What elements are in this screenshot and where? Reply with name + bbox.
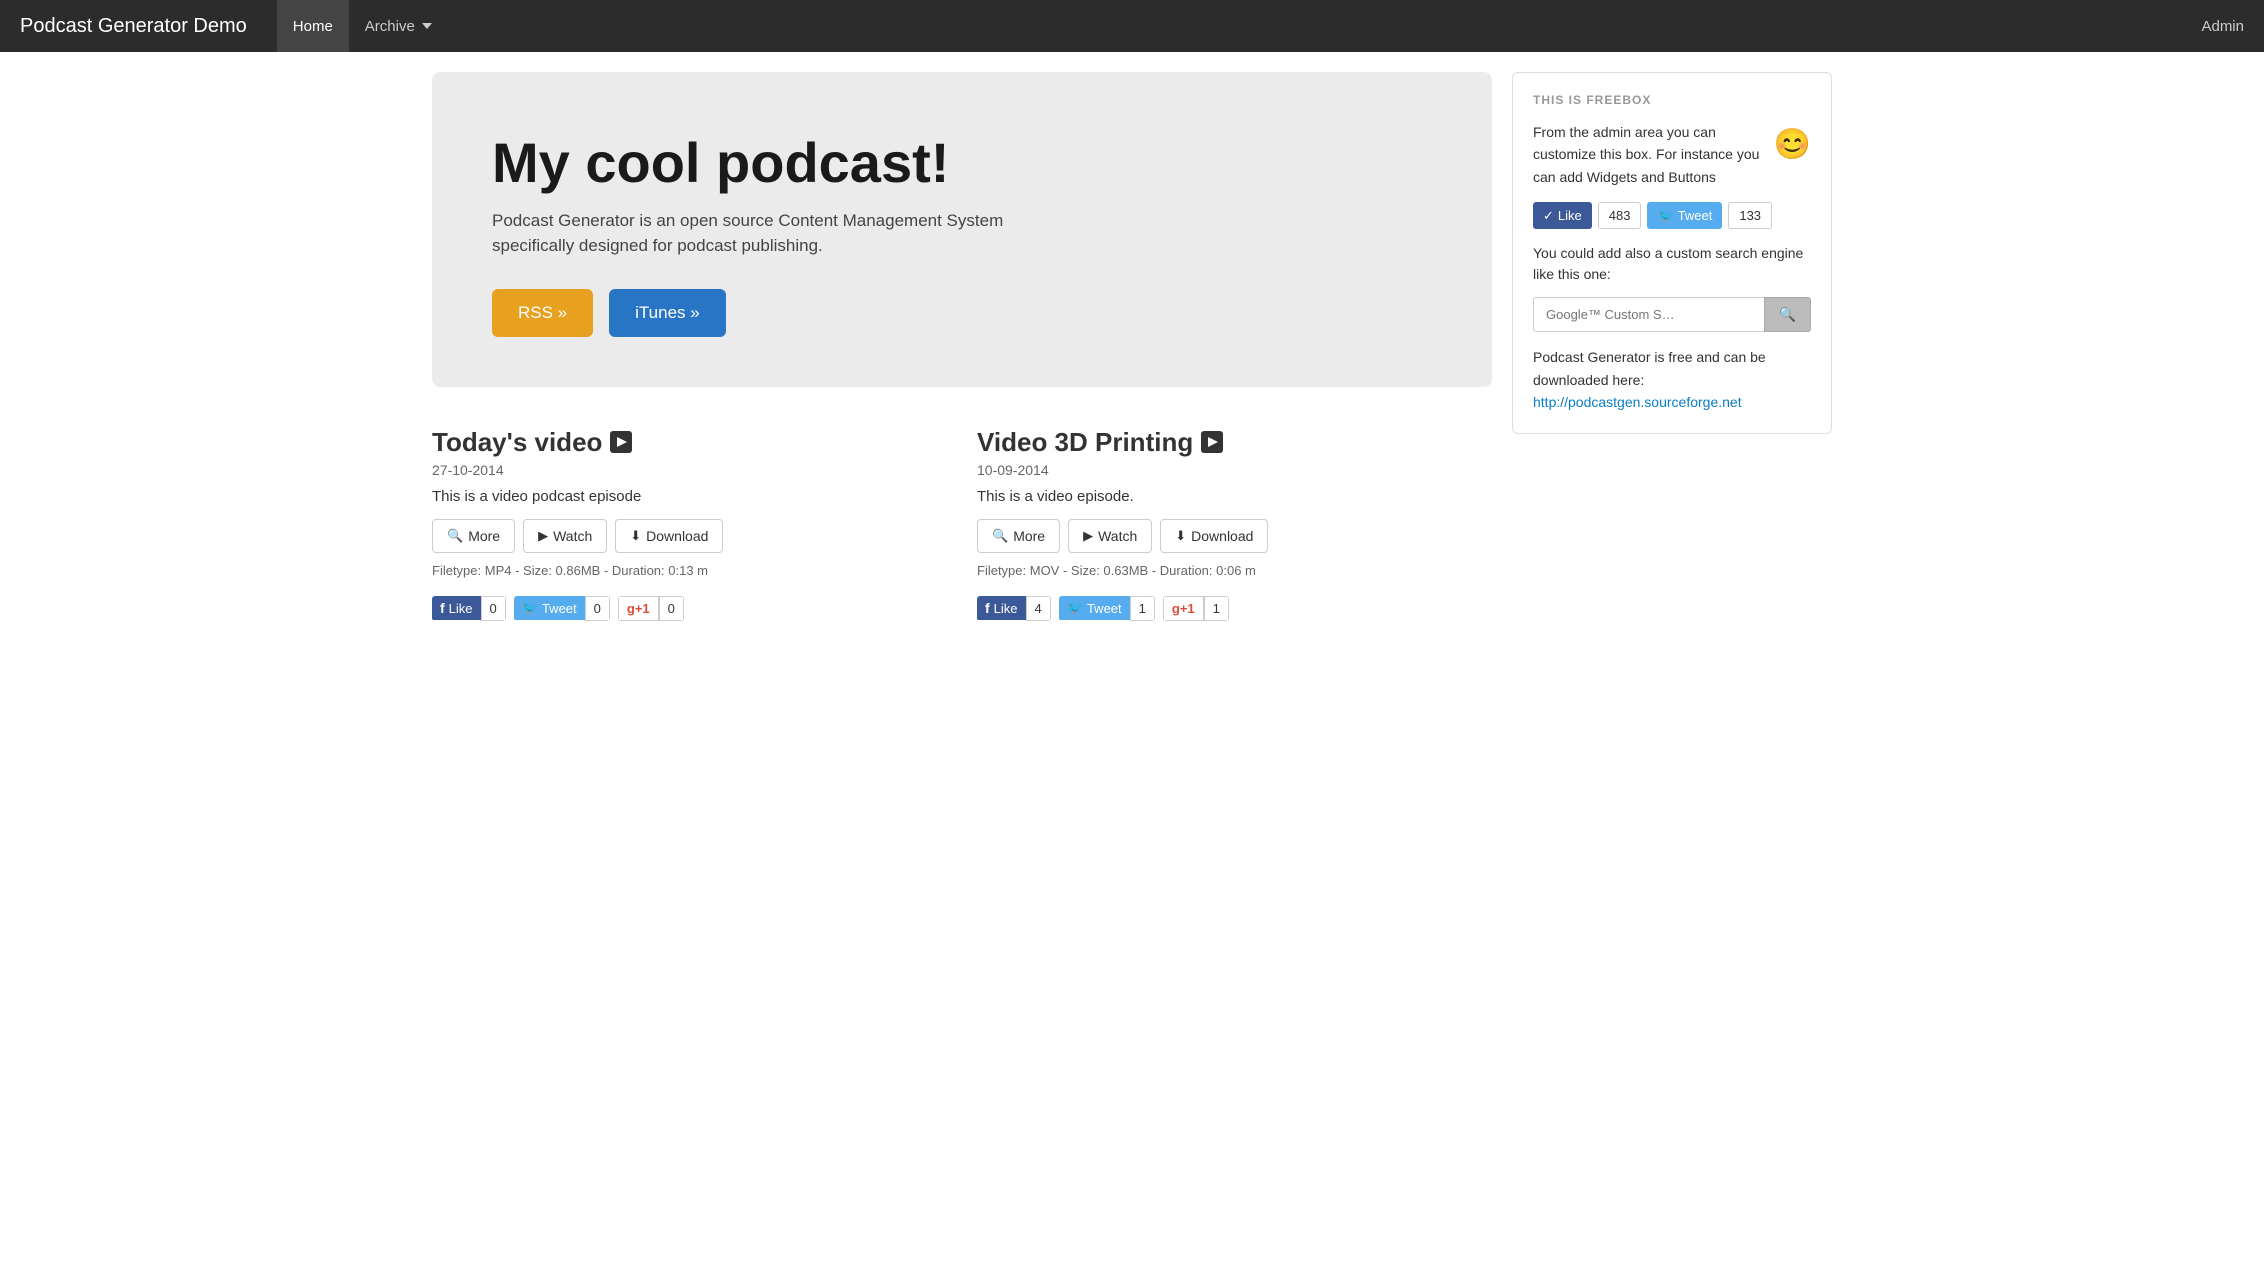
smile-icon: 😊	[1774, 121, 1811, 169]
episode-2-title: Video 3D Printing	[977, 427, 1492, 458]
episode-2-tw-count: 1	[1130, 596, 1155, 621]
main-container: My cool podcast! Podcast Generator is an…	[412, 52, 1852, 681]
gplus-icon-2: g+1	[1172, 601, 1195, 616]
episode-1-gplus[interactable]: g+1 0	[618, 596, 684, 621]
freebox-footer-text: Podcast Generator is free and can be dow…	[1533, 349, 1766, 387]
freebox-search-description: You could add also a custom search engin…	[1533, 243, 1811, 285]
freebox-footer-link[interactable]: http://podcastgen.sourceforge.net	[1533, 394, 1742, 410]
episode-1-desc: This is a video podcast episode	[432, 488, 947, 505]
fb-icon-2: f	[985, 600, 990, 616]
sidebar-fb-like-button[interactable]: ✓ Like	[1533, 202, 1592, 229]
freebox-footer: Podcast Generator is free and can be dow…	[1533, 346, 1811, 413]
episode-2-download-button[interactable]: ⬇ Download	[1160, 519, 1268, 553]
episode-2-social: f Like 4 🐦 Tweet 1 g+1	[977, 596, 1492, 621]
search-icon-sidebar: 🔍	[1779, 306, 1796, 322]
sidebar-tw-tweet-button[interactable]: 🐦 Tweet	[1647, 202, 1722, 229]
hero-title: My cool podcast!	[492, 132, 1432, 194]
episode-2-tw-tweet[interactable]: 🐦 Tweet 1	[1059, 596, 1155, 621]
episode-2-fb-count: 4	[1026, 596, 1051, 621]
episodes-grid: Today's video 27-10-2014 This is a video…	[432, 417, 1492, 631]
sidebar-checkmark-icon: ✓	[1543, 208, 1554, 224]
fb-icon: f	[440, 600, 445, 616]
episode-2-watch-button[interactable]: ▶ Watch	[1068, 519, 1152, 553]
search-icon: 🔍	[447, 528, 463, 544]
episode-2-gp-count: 1	[1204, 596, 1229, 621]
itunes-button[interactable]: iTunes »	[609, 289, 726, 337]
hero-description: Podcast Generator is an open source Cont…	[492, 208, 1072, 259]
episode-1-gp-count: 0	[659, 596, 684, 621]
sidebar-social-row: ✓ Like 483 🐦 Tweet 133	[1533, 202, 1811, 229]
nav-archive[interactable]: Archive	[349, 0, 448, 52]
sidebar-search-button[interactable]: 🔍	[1764, 297, 1811, 332]
video-icon-1	[610, 431, 632, 453]
download-icon-2: ⬇	[1175, 528, 1186, 544]
rss-button[interactable]: RSS »	[492, 289, 593, 337]
hero-buttons: RSS » iTunes »	[492, 289, 1432, 337]
gplus-icon: g+1	[627, 601, 650, 616]
tw-icon: 🐦	[522, 600, 538, 616]
episode-2-desc: This is a video episode.	[977, 488, 1492, 505]
episode-1-meta: Filetype: MP4 - Size: 0.86MB - Duration:…	[432, 563, 947, 578]
navbar-brand: Podcast Generator Demo	[20, 15, 247, 38]
episode-2-fb-like[interactable]: f Like 4	[977, 596, 1051, 621]
episode-2-gplus[interactable]: g+1 1	[1163, 596, 1229, 621]
episode-2-actions: 🔍 More ▶ Watch ⬇ Download	[977, 519, 1492, 553]
episode-2-title-text: Video 3D Printing	[977, 427, 1193, 458]
tw-icon-2: 🐦	[1067, 600, 1083, 616]
video-icon-2	[1201, 431, 1223, 453]
episode-1-actions: 🔍 More ▶ Watch ⬇ Download	[432, 519, 947, 553]
freebox-title: THIS IS FREEBOX	[1533, 93, 1811, 107]
episode-1-title-text: Today's video	[432, 427, 602, 458]
episode-1: Today's video 27-10-2014 This is a video…	[432, 417, 947, 631]
navbar: Podcast Generator Demo Home Archive Admi…	[0, 0, 2264, 52]
sidebar: THIS IS FREEBOX From the admin area you …	[1512, 72, 1832, 661]
episode-1-fb-count: 0	[481, 596, 506, 621]
hero-banner: My cool podcast! Podcast Generator is an…	[432, 72, 1492, 387]
nav-links: Home Archive	[277, 0, 2202, 52]
search-icon-2: 🔍	[992, 528, 1008, 544]
sidebar-fb-count: 483	[1598, 202, 1642, 229]
sidebar-search-row: 🔍	[1533, 297, 1811, 332]
episode-1-download-button[interactable]: ⬇ Download	[615, 519, 723, 553]
episode-2-date: 10-09-2014	[977, 462, 1492, 478]
episode-2-more-button[interactable]: 🔍 More	[977, 519, 1060, 553]
freebox-description: From the admin area you can customize th…	[1533, 121, 1811, 188]
content-area: My cool podcast! Podcast Generator is an…	[432, 72, 1492, 661]
sidebar-tw-icon: 🐦	[1657, 208, 1673, 224]
episode-1-date: 27-10-2014	[432, 462, 947, 478]
watch-icon: ▶	[538, 528, 548, 544]
episode-1-title: Today's video	[432, 427, 947, 458]
chevron-down-icon	[422, 23, 432, 29]
nav-admin[interactable]: Admin	[2201, 18, 2244, 35]
episode-2-meta: Filetype: MOV - Size: 0.63MB - Duration:…	[977, 563, 1492, 578]
nav-home[interactable]: Home	[277, 0, 349, 52]
sidebar-search-input[interactable]	[1533, 297, 1764, 332]
nav-archive-label: Archive	[365, 18, 415, 35]
episode-1-social: f Like 0 🐦 Tweet 0 g+1	[432, 596, 947, 621]
download-icon: ⬇	[630, 528, 641, 544]
episode-1-tw-tweet[interactable]: 🐦 Tweet 0	[514, 596, 610, 621]
watch-icon-2: ▶	[1083, 528, 1093, 544]
episode-2: Video 3D Printing 10-09-2014 This is a v…	[977, 417, 1492, 631]
episode-1-fb-like[interactable]: f Like 0	[432, 596, 506, 621]
episode-1-watch-button[interactable]: ▶ Watch	[523, 519, 607, 553]
freebox: THIS IS FREEBOX From the admin area you …	[1512, 72, 1832, 434]
episode-1-more-button[interactable]: 🔍 More	[432, 519, 515, 553]
sidebar-tw-count: 133	[1728, 202, 1772, 229]
freebox-desc-text: From the admin area you can customize th…	[1533, 121, 1764, 188]
episode-1-tw-count: 0	[585, 596, 610, 621]
